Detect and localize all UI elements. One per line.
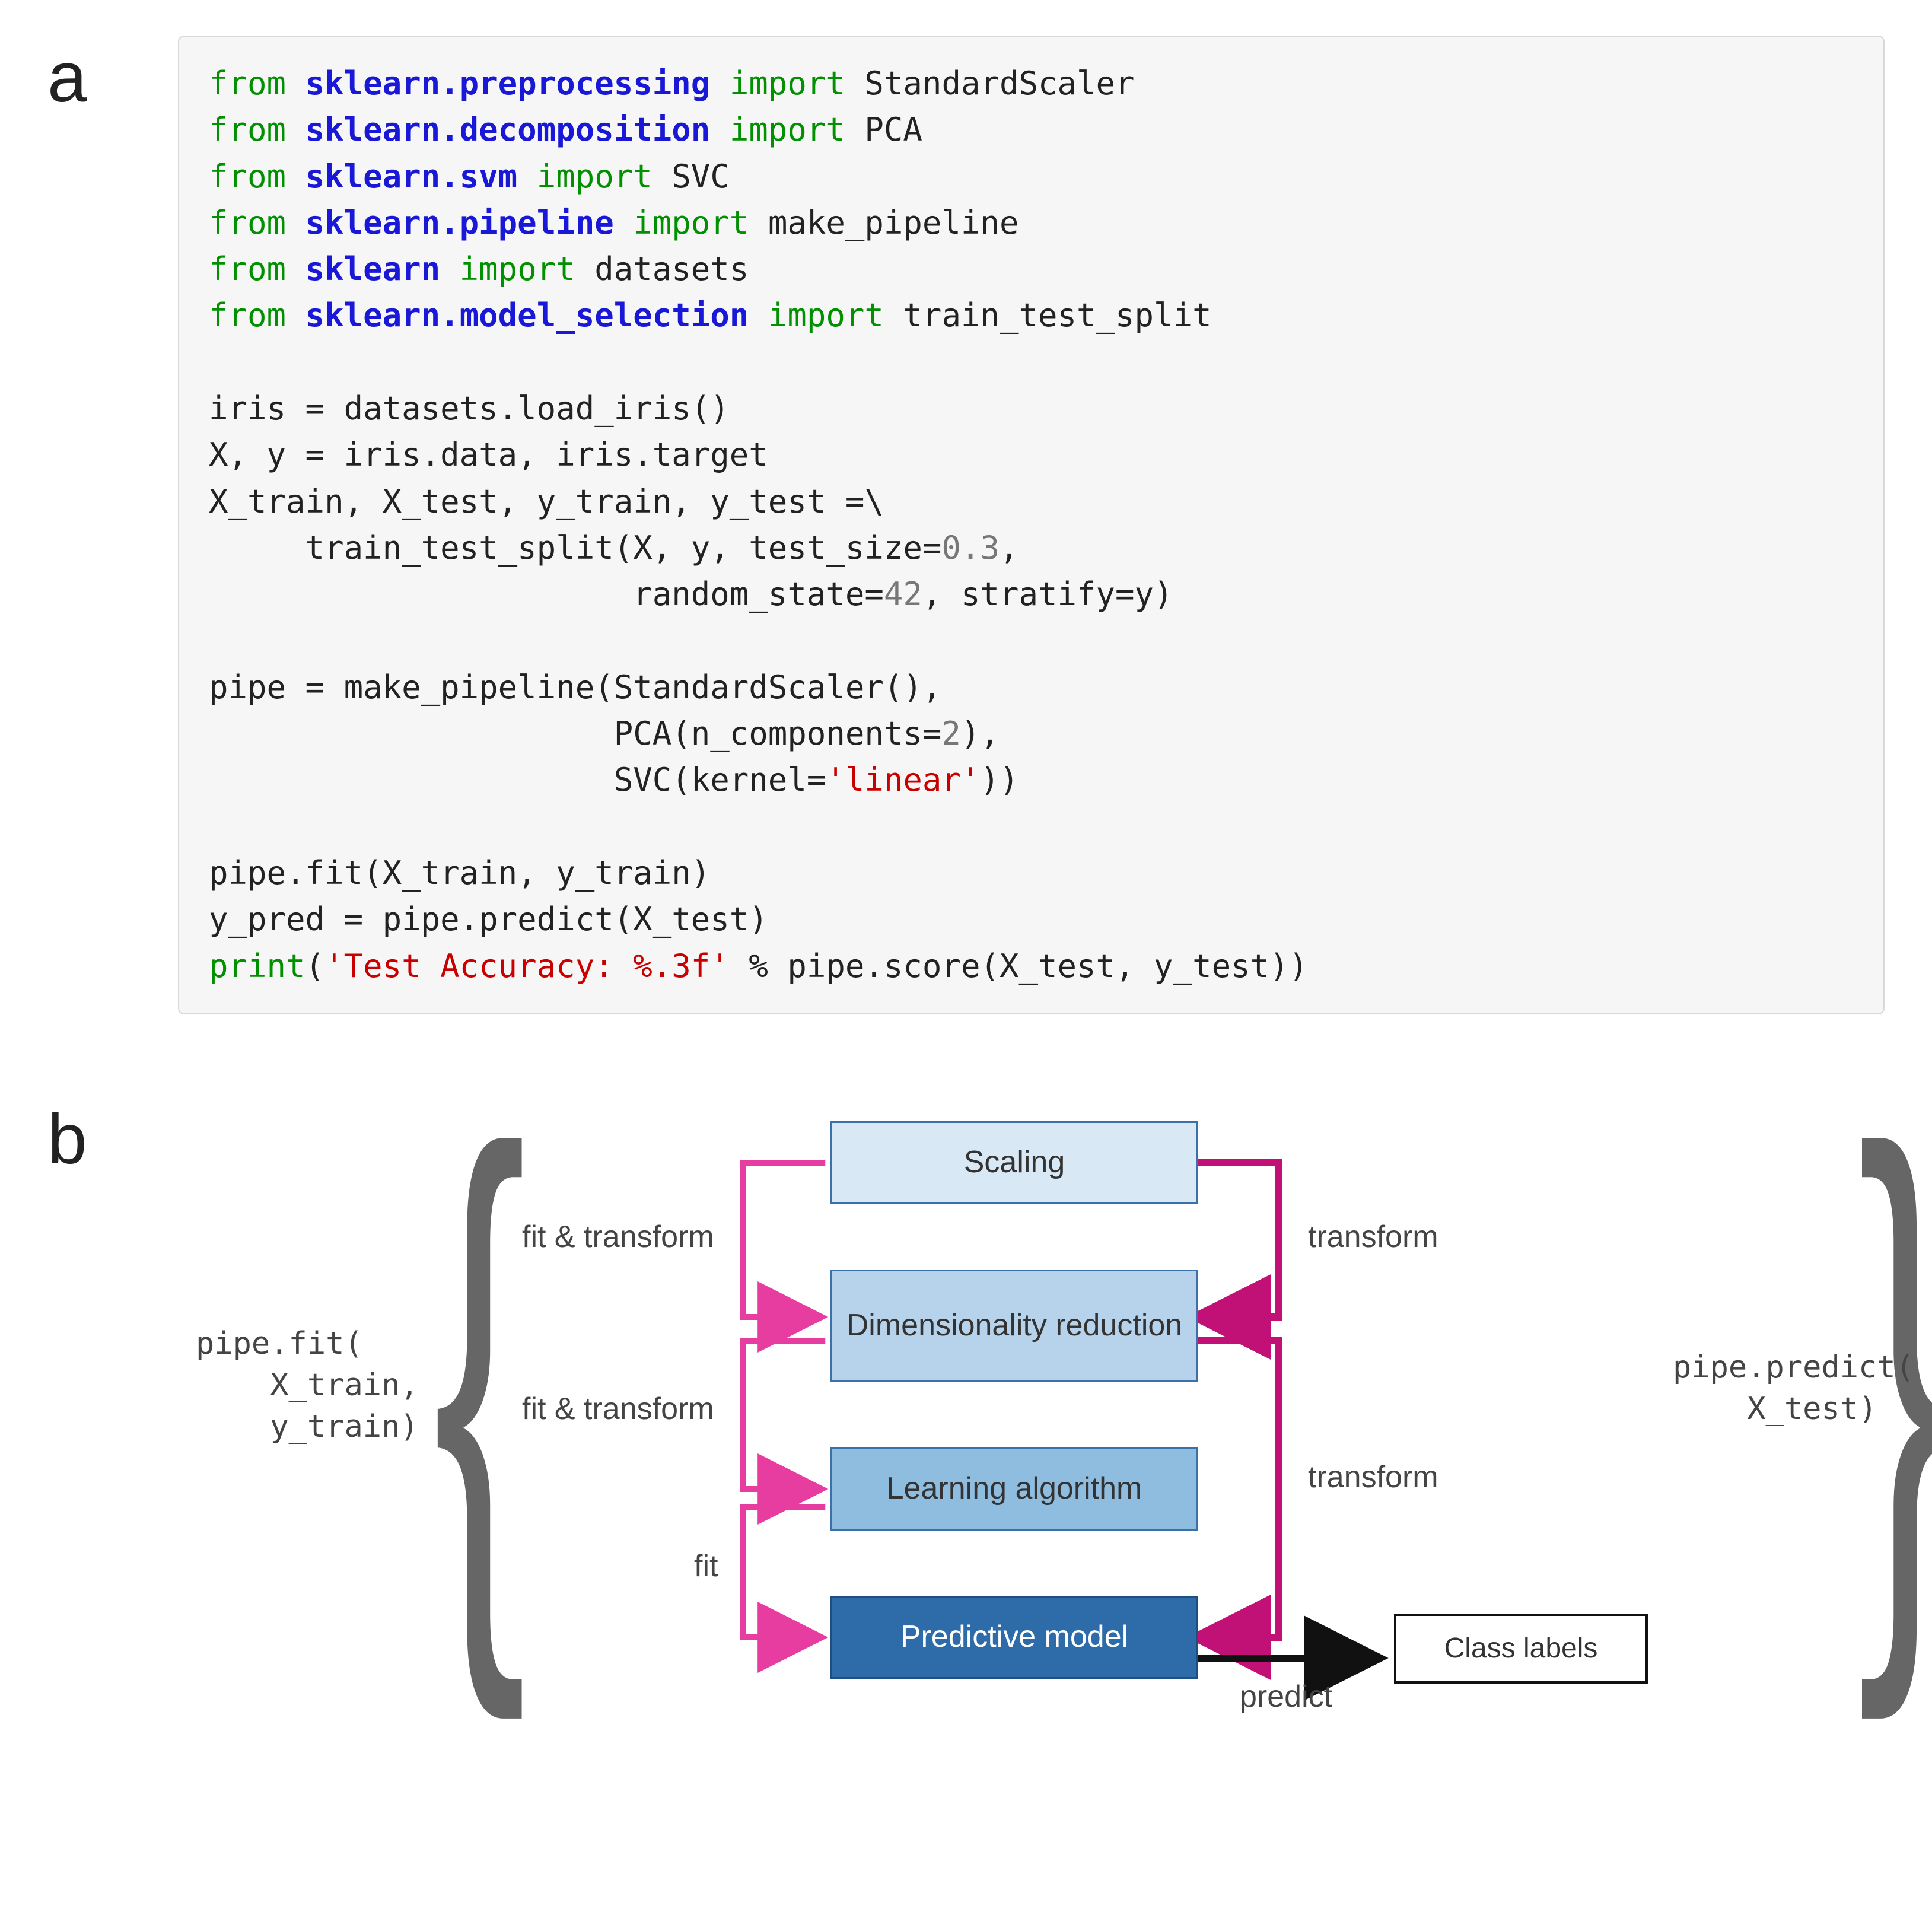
module-path: sklearn.pipeline (305, 204, 614, 241)
code-line: y_pred = pipe.predict(X_test) (209, 901, 768, 938)
code-line: pipe.fit(X_train, y_train) (209, 854, 710, 892)
code-listing: from sklearn.preprocessing import Standa… (178, 36, 1885, 1014)
module-path: sklearn.decomposition (305, 111, 711, 148)
builtin-print: print (209, 947, 305, 985)
import-names: datasets (575, 250, 749, 288)
kw-import: import (537, 158, 653, 195)
code-anno-fit: pipe.fit( X_train, y_train) (196, 1323, 419, 1448)
edge-label-transform-1: transform (1308, 1219, 1438, 1255)
import-names: train_test_split (884, 297, 1212, 334)
import-names: PCA (845, 111, 922, 148)
number-literal: 42 (884, 575, 922, 613)
code-line: PCA(n_components= (209, 715, 941, 752)
code-anno-predict: pipe.predict( X_test) (1673, 1347, 1914, 1430)
edge-label-fit-transform-2: fit & transform (522, 1391, 714, 1427)
kw-from: from (209, 297, 286, 334)
string-literal: 'linear' (826, 761, 980, 798)
code-line: X_train, X_test, y_train, y_test =\ (209, 483, 884, 520)
panel-a: a from sklearn.preprocessing import Stan… (47, 36, 1885, 1014)
code-line: pipe = make_pipeline(StandardScaler(), (209, 669, 941, 706)
kw-from: from (209, 250, 286, 288)
code-text: % pipe.score(X_test, y_test)) (730, 947, 1308, 985)
code-text: ( (305, 947, 325, 985)
number-literal: 0.3 (941, 529, 1000, 567)
code-text: ), (961, 715, 1000, 752)
edge-label-transform-2: transform (1308, 1459, 1438, 1495)
code-line: iris = datasets.load_iris() (209, 390, 730, 427)
module-path: sklearn (305, 250, 441, 288)
kw-import: import (768, 297, 884, 334)
kw-import: import (633, 204, 749, 241)
stage-dimred: Dimensionality reduction (830, 1270, 1198, 1382)
kw-from: from (209, 111, 286, 148)
output-class-labels: Class labels (1394, 1614, 1648, 1684)
kw-from: from (209, 65, 286, 102)
kw-import: import (730, 65, 845, 102)
edge-label-predict: predict (1240, 1679, 1332, 1714)
kw-from: from (209, 158, 286, 195)
string-literal: 'Test Accuracy: %.3f' (324, 947, 730, 985)
code-line: SVC(kernel= (209, 761, 826, 798)
panel-label-a: a (47, 36, 178, 113)
number-literal: 2 (941, 715, 961, 752)
kw-import: import (730, 111, 845, 148)
code-line: X, y = iris.data, iris.target (209, 436, 768, 473)
stage-model: Predictive model (830, 1596, 1198, 1679)
pipeline-diagram: Scaling Dimensionality reduction Learnin… (178, 1097, 1885, 1809)
import-names: make_pipeline (749, 204, 1018, 241)
code-text: )) (980, 761, 1018, 798)
module-path: sklearn.model_selection (305, 297, 749, 334)
kw-import: import (460, 250, 575, 288)
module-path: sklearn.svm (305, 158, 518, 195)
panel-label-b: b (47, 1097, 178, 1175)
import-names: StandardScaler (845, 65, 1135, 102)
import-names: SVC (653, 158, 730, 195)
edge-label-fit-transform-1: fit & transform (522, 1219, 714, 1255)
kw-from: from (209, 204, 286, 241)
code-text: , stratify=y) (922, 575, 1173, 613)
stage-learning: Learning algorithm (830, 1447, 1198, 1531)
stage-scaling: Scaling (830, 1121, 1198, 1204)
panel-b: b Scal (47, 1097, 1885, 1809)
code-text: , (1000, 529, 1019, 567)
code-line: random_state= (209, 575, 884, 613)
edge-label-fit: fit (694, 1548, 718, 1584)
code-line: train_test_split(X, y, test_size= (209, 529, 941, 567)
module-path: sklearn.preprocessing (305, 65, 711, 102)
brace-left-icon: { (433, 1062, 527, 1685)
